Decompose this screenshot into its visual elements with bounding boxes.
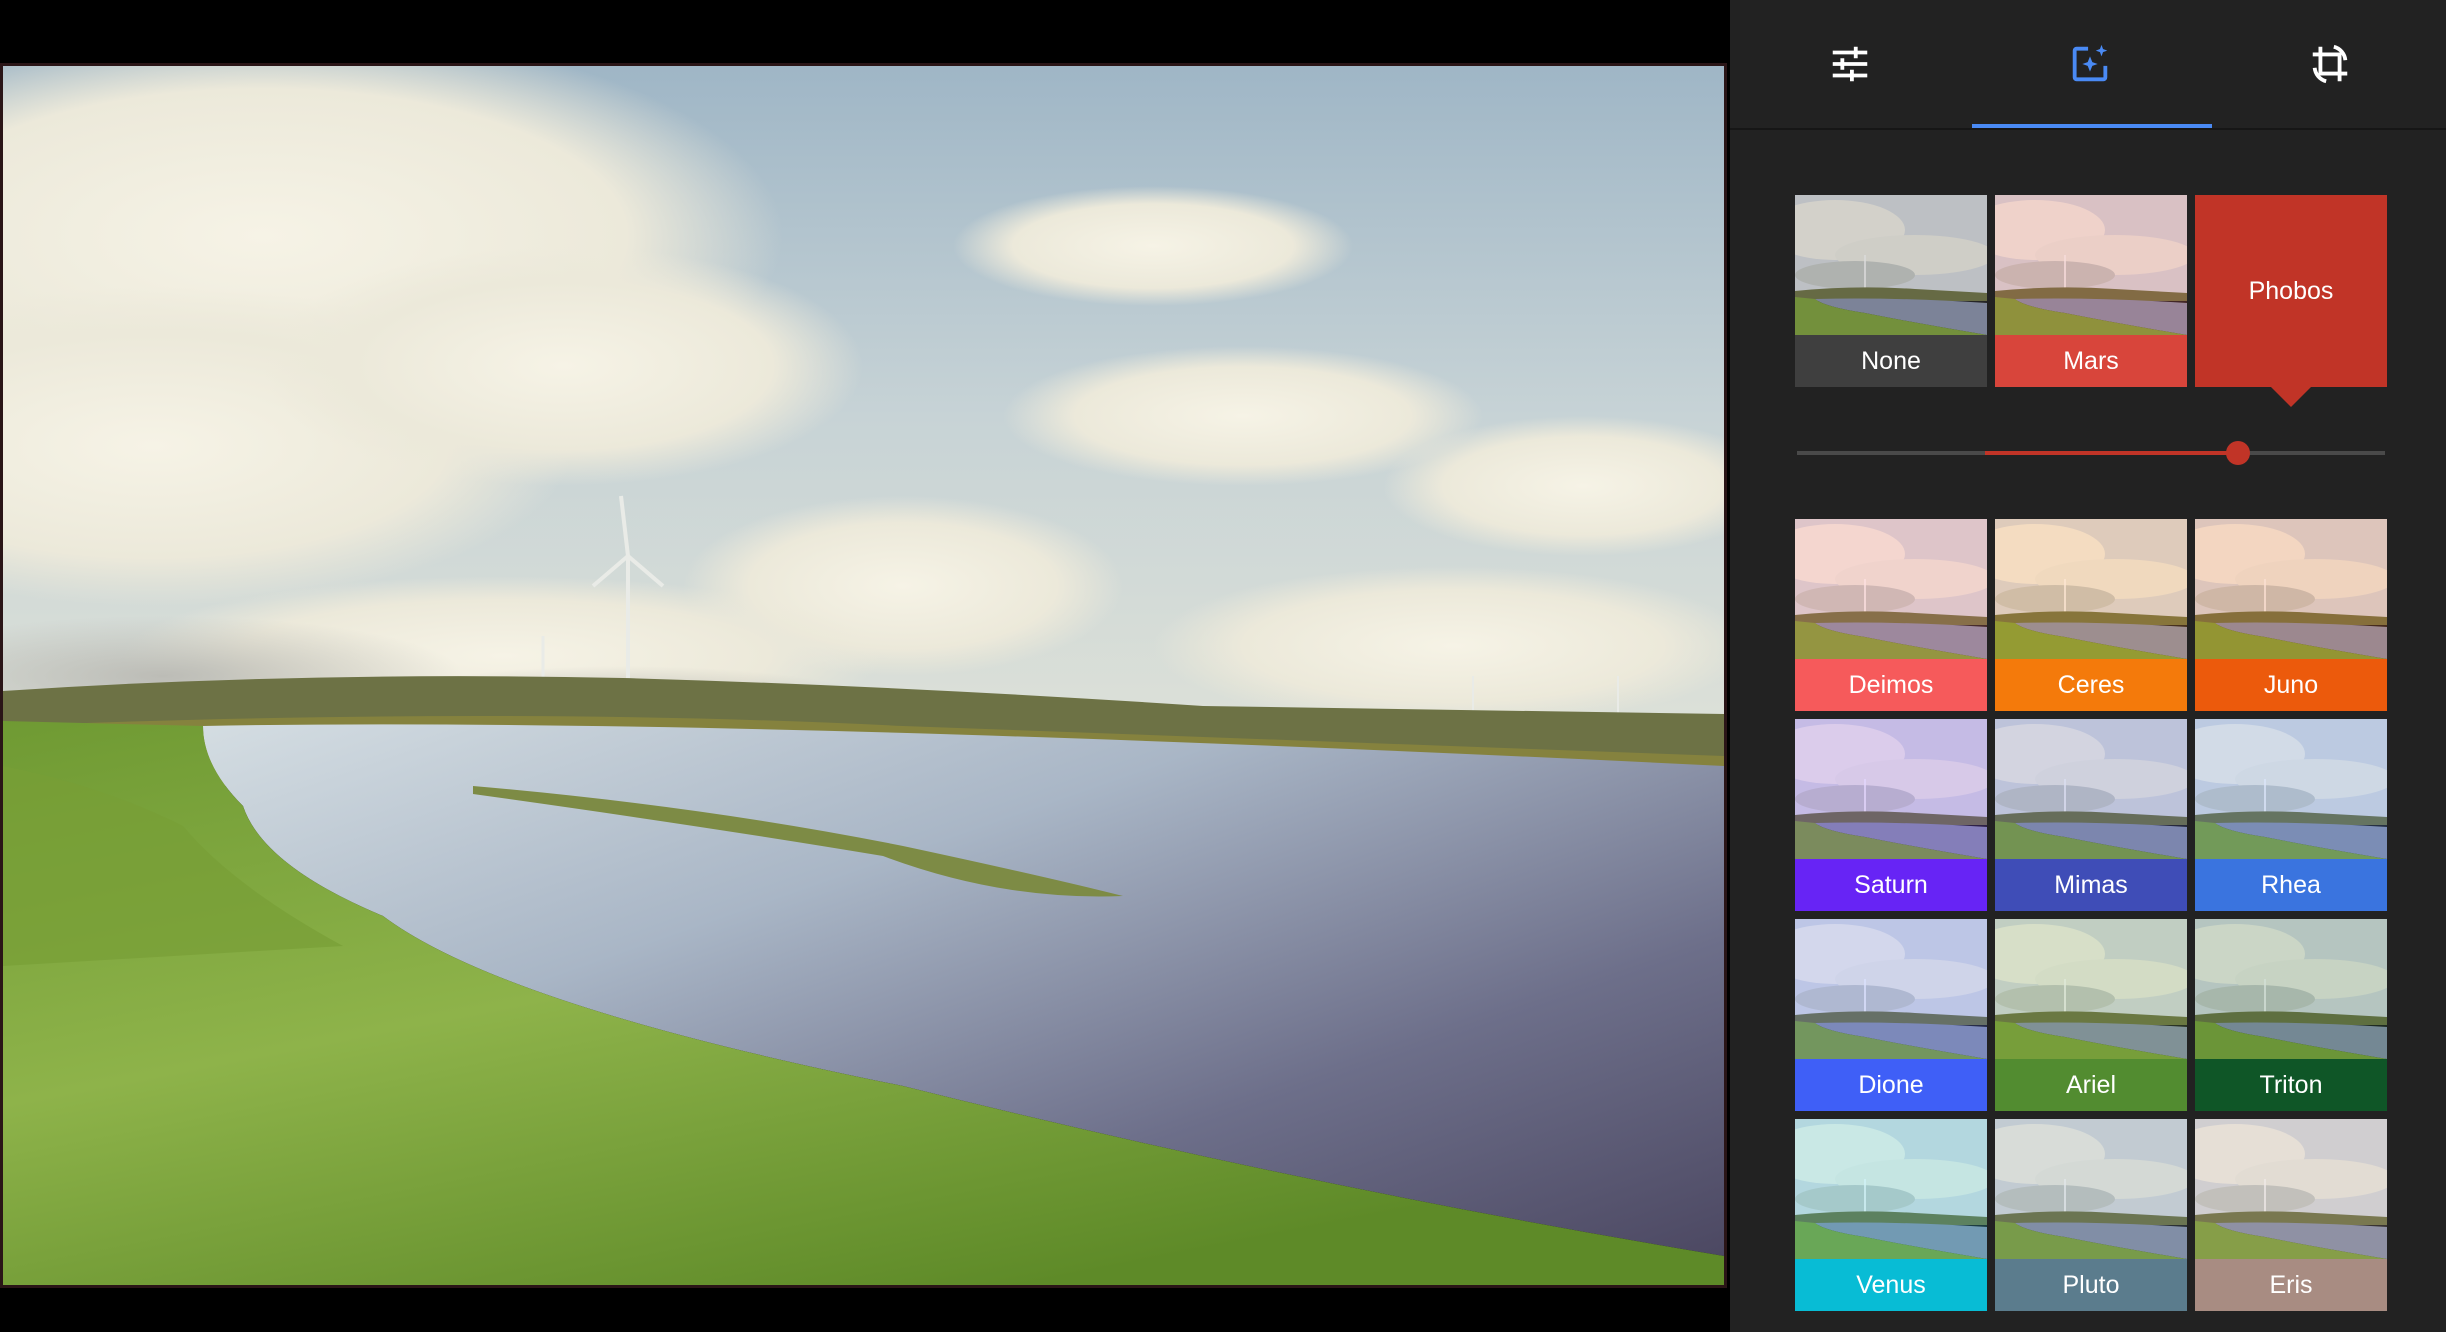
filter-tile-eris[interactable]: Eris bbox=[2195, 1119, 2387, 1311]
filter-preview-thumbnail bbox=[2195, 1119, 2387, 1259]
filter-preview-thumbnail bbox=[1995, 1119, 2187, 1259]
sliders-icon bbox=[1832, 46, 1868, 82]
active-tab-indicator bbox=[1972, 124, 2212, 128]
filter-preview-thumbnail bbox=[2195, 719, 2387, 859]
filter-tile-venus[interactable]: Venus bbox=[1795, 1119, 1987, 1311]
filter-label: Pluto bbox=[1995, 1259, 2187, 1311]
filter-preview-thumbnail bbox=[1995, 519, 2187, 659]
filter-label: Venus bbox=[1795, 1259, 1987, 1311]
photo-canvas bbox=[0, 0, 1730, 1332]
filter-intensity-slider[interactable] bbox=[1797, 438, 2385, 468]
photo-frame bbox=[0, 63, 1727, 1288]
filter-preview-thumbnail bbox=[1795, 919, 1987, 1059]
filter-tile-mimas[interactable]: Mimas bbox=[1995, 719, 2187, 911]
filter-tile-phobos-selected[interactable]: Phobos bbox=[2195, 195, 2387, 387]
filter-label: Eris bbox=[2195, 1259, 2387, 1311]
filter-preview-thumbnail bbox=[1795, 719, 1987, 859]
filter-tile-ceres[interactable]: Ceres bbox=[1995, 519, 2187, 711]
filter-preview-thumbnail bbox=[2195, 519, 2387, 659]
filter-tile-rhea[interactable]: Rhea bbox=[2195, 719, 2387, 911]
filter-label: Ariel bbox=[1995, 1059, 2187, 1111]
filter-preview-thumbnail bbox=[1795, 1119, 1987, 1259]
filter-preview-thumbnail bbox=[1995, 195, 2187, 335]
landscape-photo[interactable] bbox=[3, 66, 1724, 1285]
filter-preview-thumbnail bbox=[1795, 519, 1987, 659]
selected-filter-pointer bbox=[2271, 387, 2311, 407]
filter-label: Mars bbox=[1995, 335, 2187, 387]
filter-tile-pluto[interactable]: Pluto bbox=[1995, 1119, 2187, 1311]
filter-label: Rhea bbox=[2195, 859, 2387, 911]
filter-tile-dione[interactable]: Dione bbox=[1795, 919, 1987, 1111]
filter-tile-deimos[interactable]: Deimos bbox=[1795, 519, 1987, 711]
editor-toolbar bbox=[1730, 0, 2446, 130]
filter-tile-none[interactable]: None bbox=[1795, 195, 1987, 387]
filter-tile-mars[interactable]: Mars bbox=[1995, 195, 2187, 387]
slider-thumb[interactable] bbox=[2226, 441, 2250, 465]
filter-preview-thumbnail bbox=[1995, 719, 2187, 859]
filters-sparkle-icon bbox=[2072, 44, 2108, 82]
filter-tile-triton[interactable]: Triton bbox=[2195, 919, 2387, 1111]
tab-filters[interactable] bbox=[1970, 0, 2210, 128]
filter-label: Juno bbox=[2195, 659, 2387, 711]
filter-tile-ariel[interactable]: Ariel bbox=[1995, 919, 2187, 1111]
filter-label: Deimos bbox=[1795, 659, 1987, 711]
tab-adjust[interactable] bbox=[1730, 0, 1970, 128]
filter-label: None bbox=[1795, 335, 1987, 387]
filter-label: Triton bbox=[2195, 1059, 2387, 1111]
filter-preview-thumbnail bbox=[1795, 195, 1987, 335]
filter-label: Mimas bbox=[1995, 859, 2187, 911]
filter-preview-thumbnail bbox=[1995, 919, 2187, 1059]
filter-label: Saturn bbox=[1795, 859, 1987, 911]
crop-rotate-icon bbox=[2312, 44, 2348, 84]
filter-preview-thumbnail bbox=[2195, 919, 2387, 1059]
tab-crop[interactable] bbox=[2210, 0, 2446, 128]
filter-tile-juno[interactable]: Juno bbox=[2195, 519, 2387, 711]
filter-label: Dione bbox=[1795, 1059, 1987, 1111]
filter-label: Phobos bbox=[2248, 276, 2334, 305]
filter-tile-saturn[interactable]: Saturn bbox=[1795, 719, 1987, 911]
filter-label: Ceres bbox=[1995, 659, 2187, 711]
slider-fill bbox=[1985, 451, 2238, 455]
